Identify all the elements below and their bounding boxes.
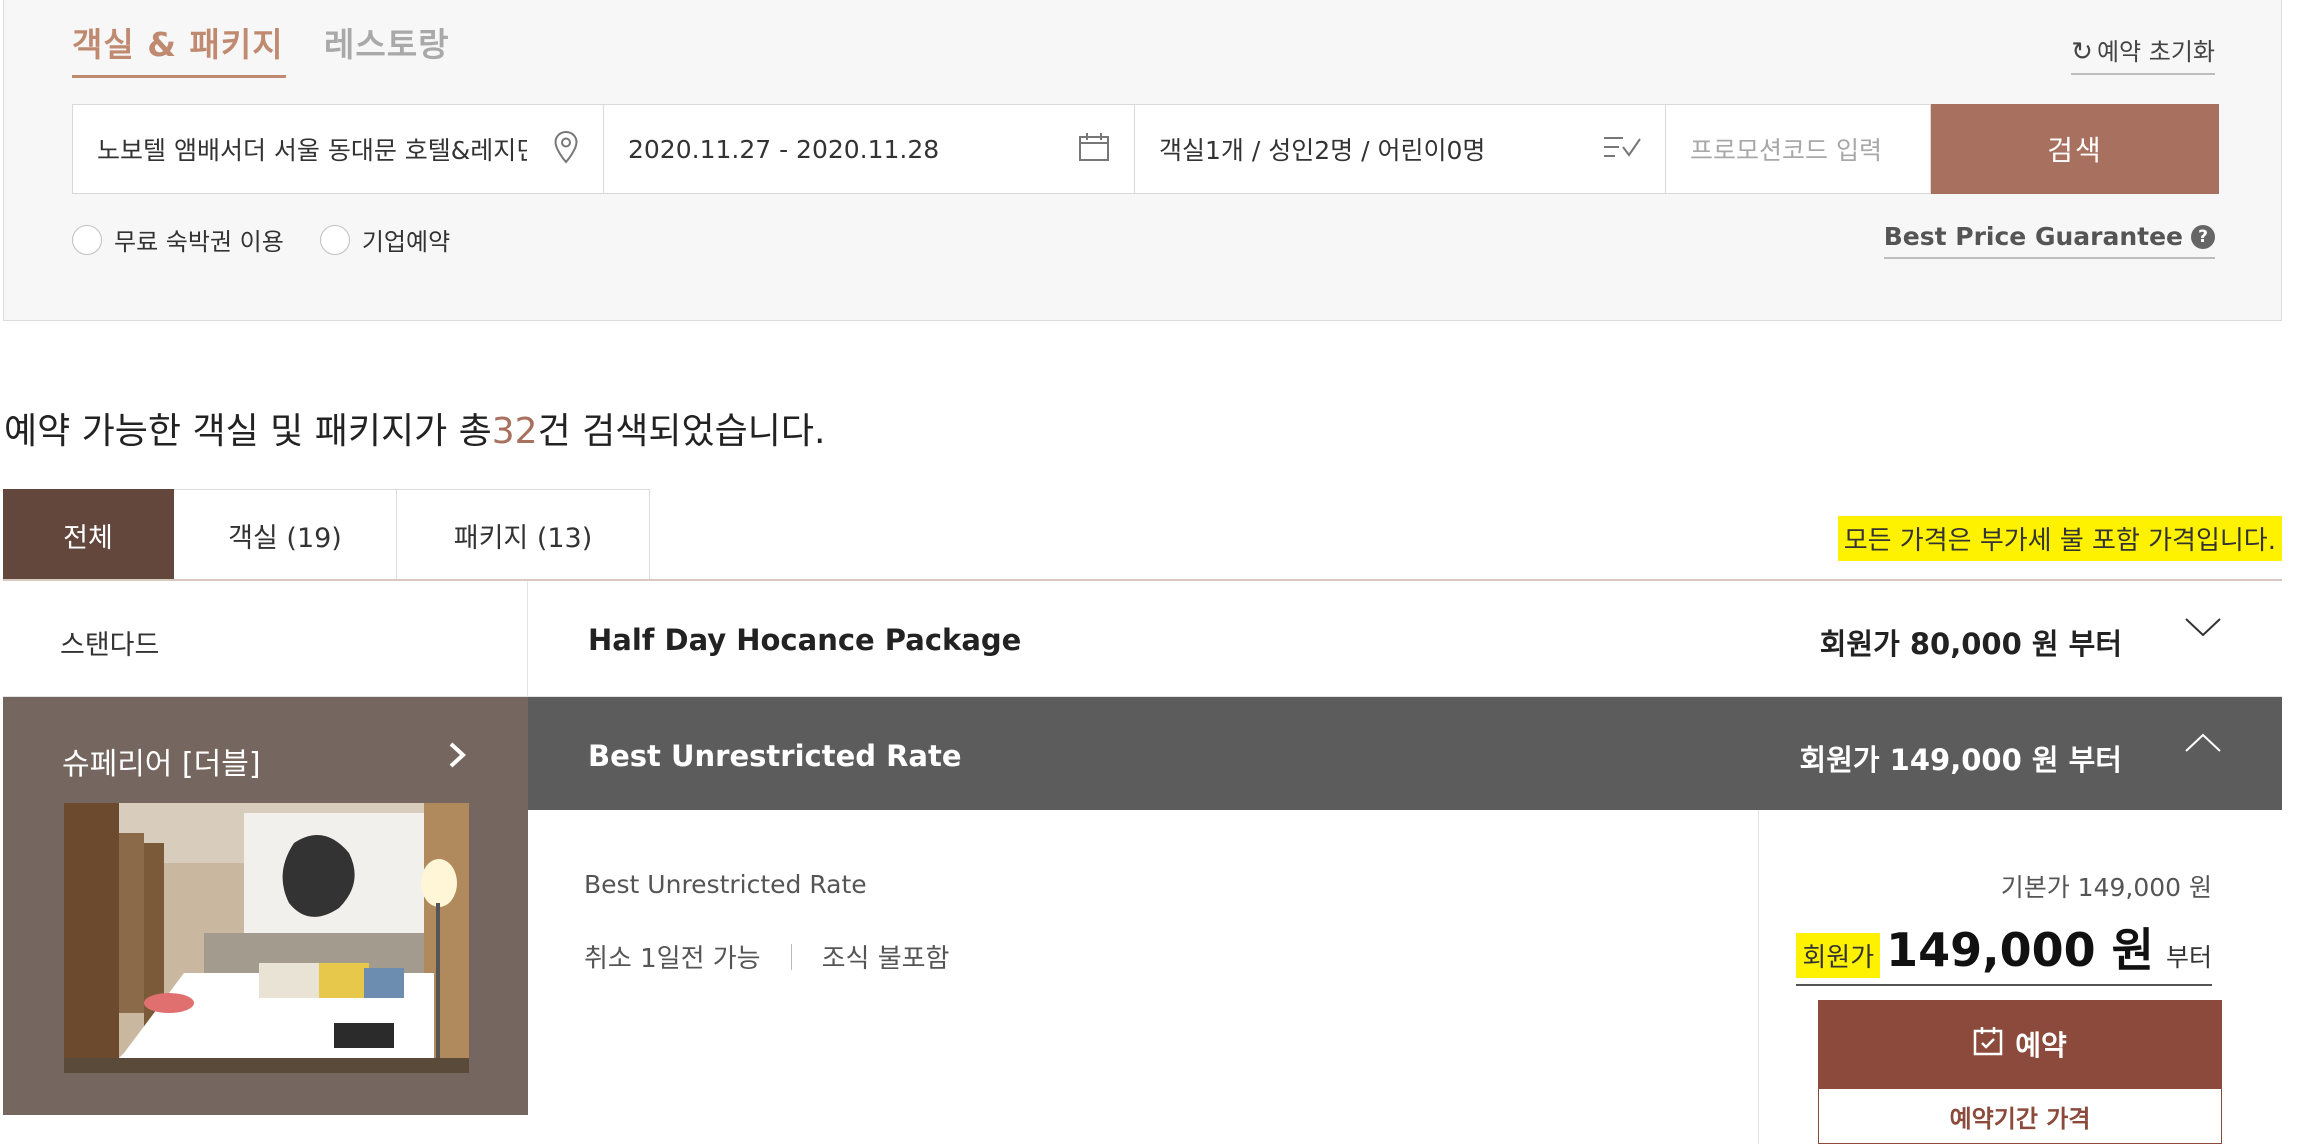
left-column-bottom (3, 1115, 529, 1144)
reset-label: 예약 초기화 (2096, 38, 2215, 66)
promo-placeholder: 프로모션코드 입력 (1690, 136, 1882, 165)
tab-restaurant[interactable]: 레스토랑 (324, 18, 449, 66)
question-icon[interactable]: ? (2191, 224, 2215, 249)
guest-field[interactable]: 객실1개 / 성인2명 / 어린이0명 (1135, 104, 1666, 194)
category-standard-label: 스탠다드 (60, 630, 160, 661)
base-price: 기본가 149,000 원 (2000, 873, 2212, 902)
package-name: Best Unrestricted Rate (588, 739, 962, 773)
package-row-half-day[interactable]: Half Day Hocance Package 회원가 80,000 원 부터 (528, 581, 2282, 697)
separator (790, 943, 792, 970)
category-superior-double[interactable]: 슈페리어 [더블] (3, 697, 528, 1115)
tab-all[interactable]: 전체 (3, 489, 174, 581)
chevron-right-icon (447, 735, 467, 779)
result-count: 32 (491, 411, 538, 452)
location-pin-icon (553, 130, 579, 168)
corporate-radio[interactable] (319, 224, 350, 255)
search-form: 노보텔 앰배서더 서울 동대문 호텔&레지던스 2020.11.27 - 202… (72, 104, 2219, 194)
search-button[interactable]: 검색 (1931, 104, 2219, 194)
hotel-field[interactable]: 노보텔 앰배서더 서울 동대문 호텔&레지던스 (72, 104, 604, 194)
free-voucher-radio[interactable] (72, 224, 102, 255)
reset-button[interactable]: ↻ 예약 초기화 (2071, 32, 2215, 75)
free-voucher-label: 무료 숙박권 이용 (114, 228, 284, 256)
chevron-up-icon[interactable] (2184, 731, 2222, 759)
rate-name: Best Unrestricted Rate (584, 870, 867, 899)
result-summary: 예약 가능한 객실 및 패키지가 총32건 검색되었습니다. (4, 402, 825, 454)
book-button[interactable]: 예약 (1818, 1000, 2222, 1088)
member-price-label: 회원가 (1796, 933, 1881, 978)
calendar-check-icon (1973, 1026, 2015, 1063)
best-price-guarantee-link[interactable]: Best Price Guarantee ? (1883, 222, 2215, 259)
cancel-policy: 취소 1일전 가능 (584, 944, 761, 974)
corporate-option[interactable]: 기업예약 (319, 222, 451, 257)
result-prefix: 예약 가능한 객실 및 패키지가 총 (4, 411, 492, 452)
tab-rooms-packages[interactable]: 객실 & 패키지 (72, 18, 286, 78)
chevron-down-icon[interactable] (2184, 615, 2222, 643)
list-check-icon (1603, 135, 1641, 163)
refresh-icon: ↻ (2071, 37, 2093, 67)
best-price-label: Best Price Guarantee (1883, 222, 2183, 251)
package-price: 회원가 149,000 원 부터 (1799, 743, 2122, 777)
category-superior-label: 슈페리어 [더블] (62, 747, 261, 782)
free-voucher-option[interactable]: 무료 숙박권 이용 (72, 222, 284, 257)
search-options: 무료 숙박권 이용 기업예약 (72, 222, 486, 257)
tab-rooms[interactable]: 객실 (19) (174, 489, 397, 581)
result-suffix: 건 검색되었습니다. (537, 411, 826, 452)
corporate-label: 기업예약 (361, 228, 451, 256)
rate-info: Best Unrestricted Rate 취소 1일전 가능 조식 불포함 (528, 810, 1759, 1144)
date-value: 2020.11.27 - 2020.11.28 (628, 134, 940, 164)
member-price: 149,000 원 (1886, 923, 2154, 977)
package-row-best-unrestricted[interactable]: Best Unrestricted Rate 회원가 149,000 원 부터 (528, 697, 2282, 810)
guest-value: 객실1개 / 성인2명 / 어린이0명 (1159, 136, 1486, 165)
search-panel: 객실 & 패키지 레스토랑 ↻ 예약 초기화 노보텔 앰배서더 서울 동대문 호텔… (3, 0, 2282, 321)
date-field[interactable]: 2020.11.27 - 2020.11.28 (604, 104, 1135, 194)
promo-code-input[interactable]: 프로모션코드 입력 (1666, 104, 1931, 194)
package-name: Half Day Hocance Package (588, 623, 1022, 657)
rate-detail: Best Unrestricted Rate 취소 1일전 가능 조식 불포함 … (528, 810, 2282, 1144)
hotel-value: 노보텔 앰배서더 서울 동대문 호텔&레지던스 (97, 136, 527, 165)
breakfast-info: 조식 불포함 (821, 944, 950, 974)
category-standard[interactable]: 스탠다드 (3, 581, 528, 697)
price-from: 부터 (2165, 943, 2212, 972)
result-tabs: 전체 객실 (19) 패키지 (13) (3, 489, 650, 581)
vat-note: 모든 가격은 부가세 불 포함 가격입니다. (1837, 516, 2282, 561)
package-price: 회원가 80,000 원 부터 (1819, 627, 2122, 661)
calendar-icon (1078, 132, 1110, 166)
room-photo (64, 803, 469, 1073)
tab-packages[interactable]: 패키지 (13) (397, 489, 650, 581)
member-price-line: 회원가 149,000 원 부터 (1796, 914, 2212, 986)
period-price-button[interactable]: 예약기간 가격 (1818, 1088, 2222, 1144)
book-label: 예약 (2015, 1029, 2067, 1062)
rate-conditions: 취소 1일전 가능 조식 불포함 (584, 938, 949, 975)
